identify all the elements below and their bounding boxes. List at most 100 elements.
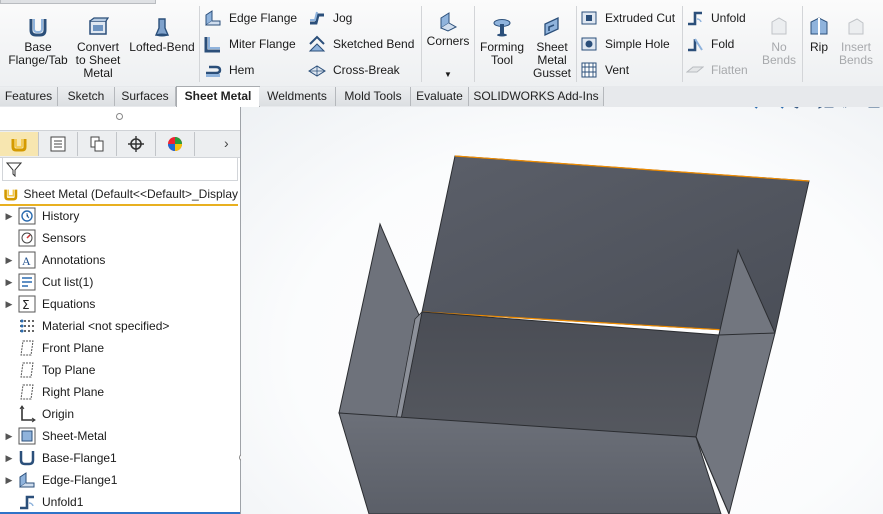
tab-evaluate[interactable]: Evaluate — [411, 87, 469, 106]
tree-item-material[interactable]: Material <not specified> — [0, 315, 238, 337]
tree-item-label: Cut list(1) — [42, 275, 94, 289]
tab-sheet-metal[interactable]: Sheet Metal — [176, 86, 260, 108]
edge-flange-button[interactable]: Edge Flange — [204, 8, 297, 28]
tree-item-equations[interactable]: ▶ Σ Equations — [0, 293, 238, 315]
unfold-icon — [688, 11, 702, 26]
cross-break-label: Cross-Break — [333, 63, 400, 77]
expand-arrow-icon[interactable]: ▶ — [0, 475, 18, 486]
vent-icon — [581, 62, 597, 78]
ribbon-separator — [802, 6, 803, 82]
no-bends-button[interactable]: No Bends — [756, 16, 802, 67]
graphics-area[interactable] — [241, 107, 883, 514]
tree-item-unfold1[interactable]: Unfold1 — [0, 491, 238, 513]
hem-button[interactable]: Hem — [204, 60, 254, 80]
fold-button[interactable]: Fold — [686, 34, 734, 54]
vent-label: Vent — [605, 63, 630, 77]
sheet-metal-gusset-label: Sheet Metal Gusset — [532, 40, 571, 80]
simple-hole-button[interactable]: Simple Hole — [580, 34, 670, 54]
feature-manager-icon — [11, 139, 27, 152]
pane-splitter-handle[interactable] — [116, 113, 123, 120]
tab-property-manager[interactable] — [39, 132, 78, 156]
quick-access-stub — [0, 0, 156, 4]
tree-item-base-flange1[interactable]: ▶ Base-Flange1 — [0, 447, 238, 469]
convert-to-sheet-metal-icon — [89, 17, 109, 35]
cross-break-icon — [308, 65, 326, 77]
tab-dimxpert-manager[interactable] — [117, 132, 156, 156]
insert-bends-button[interactable]: Insert Bends — [836, 16, 876, 67]
sheet-metal-gusset-button[interactable]: Sheet Metal Gusset — [530, 16, 574, 80]
fold-icon — [688, 38, 703, 52]
expand-arrow-icon[interactable]: ▶ — [0, 453, 18, 464]
tree-item-label: Unfold1 — [42, 495, 84, 509]
tree-item-right-plane[interactable]: Right Plane — [0, 381, 238, 403]
ribbon-separator — [421, 6, 422, 82]
expand-arrow-icon[interactable]: ▶ — [0, 299, 18, 310]
forming-tool-button[interactable]: Forming Tool — [476, 16, 528, 67]
command-manager-tabs: Features Sketch Surfaces Sheet Metal Wel… — [0, 86, 883, 108]
configuration-manager-icon — [90, 136, 104, 152]
tab-feature-manager[interactable] — [0, 132, 39, 156]
svg-text:A: A — [22, 254, 31, 268]
miter-flange-button[interactable]: Miter Flange — [204, 34, 296, 54]
edge-flange-label: Edge Flange — [229, 11, 298, 25]
base-flange-icon — [29, 19, 47, 37]
tree-item-origin[interactable]: Origin — [0, 403, 238, 425]
lofted-bend-button[interactable]: Lofted-Bend — [128, 16, 196, 54]
extruded-cut-button[interactable]: Extruded Cut — [580, 8, 675, 28]
tree-filter[interactable] — [2, 157, 238, 181]
tree-item-annotations[interactable]: ▶ A Annotations — [0, 249, 238, 271]
tree-item-top-plane[interactable]: Top Plane — [0, 359, 238, 381]
extruded-cut-label: Extruded Cut — [605, 11, 676, 25]
insert-bends-label: Insert Bends — [838, 40, 874, 67]
display-manager-icon — [168, 137, 182, 151]
expand-arrow-icon[interactable]: ▶ — [0, 277, 18, 288]
tree-item-edge-flange1[interactable]: ▶ Edge-Flange1 — [0, 469, 238, 491]
plane-icon — [20, 384, 34, 400]
sheet-metal-model[interactable] — [241, 107, 883, 514]
tab-sketch[interactable]: Sketch — [58, 87, 115, 106]
tree-item-sheet-metal[interactable]: ▶ Sheet-Metal — [0, 425, 238, 447]
convert-to-sheet-metal-label: Convert to Sheet Metal — [75, 40, 121, 80]
property-manager-icon — [50, 136, 66, 152]
tree-item-history[interactable]: ▶ History — [0, 205, 238, 227]
cross-break-button[interactable]: Cross-Break — [308, 60, 400, 80]
chevron-right-icon[interactable]: › — [224, 135, 229, 151]
corners-button[interactable]: Corners ▼ — [424, 10, 472, 81]
vent-button[interactable]: Vent — [580, 60, 629, 80]
tab-display-manager[interactable] — [156, 132, 195, 156]
expand-arrow-icon[interactable]: ▶ — [0, 431, 18, 442]
hem-label: Hem — [229, 63, 255, 77]
unfold-label: Unfold — [711, 11, 746, 25]
tab-surfaces[interactable]: Surfaces — [115, 87, 176, 106]
convert-to-sheet-metal-button[interactable]: Convert to Sheet Metal — [72, 16, 124, 80]
command-manager-ribbon: Base Flange/Tab Convert to Sheet Metal L… — [0, 0, 883, 87]
tab-mold-tools[interactable]: Mold Tools — [336, 87, 411, 106]
tab-solidworks-add-ins[interactable]: SOLIDWORKS Add-Ins — [469, 87, 604, 106]
rip-button[interactable]: Rip — [804, 16, 834, 54]
hem-icon — [206, 65, 222, 77]
tree-item-label: History — [42, 209, 80, 223]
expand-arrow-icon[interactable]: ▶ — [0, 211, 18, 222]
sketched-bend-button[interactable]: Sketched Bend — [308, 34, 414, 54]
corners-label: Corners — [426, 34, 470, 48]
base-flange-icon — [19, 451, 35, 466]
tab-configuration-manager[interactable] — [78, 132, 117, 156]
jog-icon — [310, 11, 324, 25]
corners-dropdown-arrow[interactable]: ▼ — [424, 68, 472, 81]
tab-features[interactable]: Features — [0, 87, 58, 106]
dimxpert-icon — [128, 136, 144, 152]
tree-root-part[interactable]: Sheet Metal (Default<<Default>_Display — [0, 183, 238, 206]
sketched-bend-icon — [308, 35, 326, 52]
lofted-bend-icon — [154, 18, 170, 37]
unfold-button[interactable]: Unfold — [686, 8, 746, 28]
tree-item-sensors[interactable]: Sensors — [0, 227, 238, 249]
jog-button[interactable]: Jog — [308, 8, 352, 28]
expand-arrow-icon[interactable]: ▶ — [0, 255, 18, 266]
rip-label: Rip — [809, 40, 828, 54]
tab-weldments[interactable]: Weldments — [259, 87, 336, 106]
base-flange-button[interactable]: Base Flange/Tab — [8, 16, 68, 67]
sheet-metal-part-icon — [4, 189, 18, 200]
flatten-button[interactable]: Flatten — [686, 60, 748, 80]
tree-item-cut-list[interactable]: ▶ Cut list(1) — [0, 271, 238, 293]
tree-item-front-plane[interactable]: Front Plane — [0, 337, 238, 359]
